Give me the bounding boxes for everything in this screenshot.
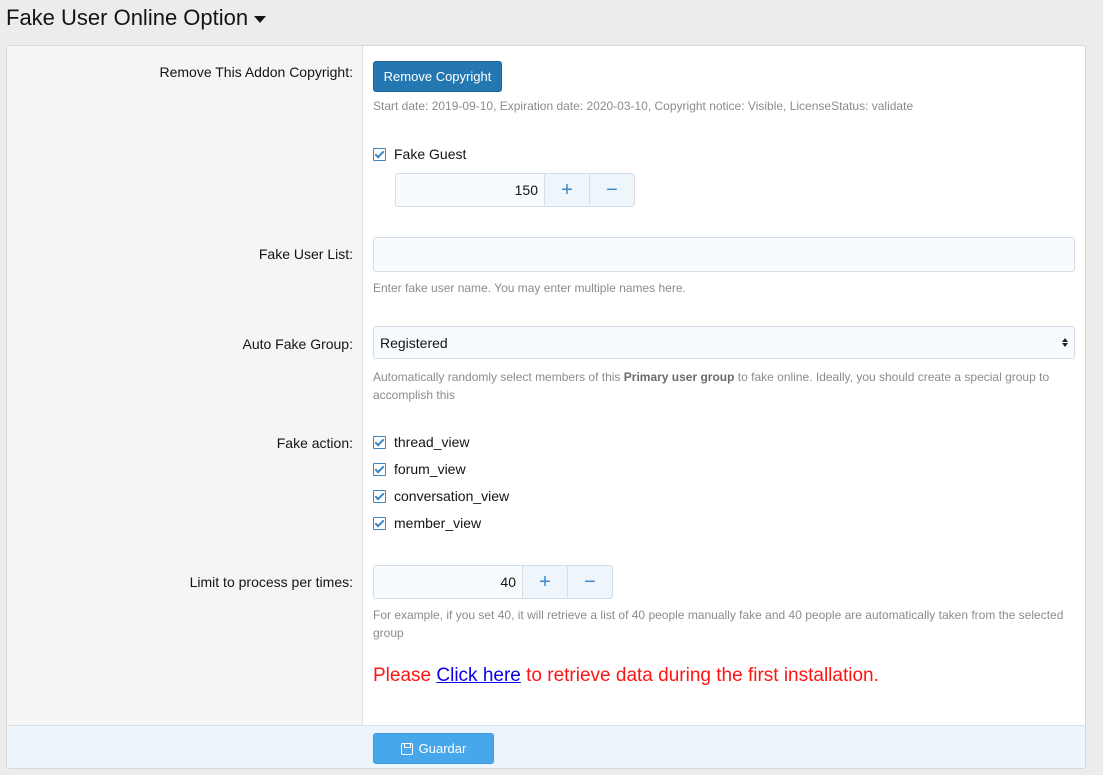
fake-guest-checkbox[interactable]: [373, 147, 386, 161]
auto-fake-group-select[interactable]: Registered: [373, 326, 1075, 359]
fake-guest-checkbox-row[interactable]: Fake Guest: [373, 146, 466, 162]
labels-column: [7, 46, 363, 725]
fake-user-list-input[interactable]: [373, 237, 1075, 272]
fake-guest-label: Fake Guest: [394, 146, 467, 162]
limit-increment-button[interactable]: +: [522, 566, 567, 598]
copyright-info: Start date: 2019-09-10, Expiration date:…: [373, 99, 914, 113]
copyright-label: Remove This Addon Copyright:: [159, 64, 353, 80]
limit-stepper[interactable]: 40 + −: [373, 565, 613, 599]
first-install-notice: Please Click here to retrieve data durin…: [373, 665, 879, 687]
fake-action-option-label: conversation_view: [394, 488, 510, 504]
save-button-label: Guardar: [418, 741, 467, 756]
remove-copyright-button[interactable]: Remove Copyright: [373, 61, 502, 92]
save-button[interactable]: Guardar: [373, 733, 494, 764]
fake-action-option-label: member_view: [394, 515, 482, 531]
limit-label: Limit to process per times:: [189, 574, 353, 590]
page-title[interactable]: Fake User Online Option: [6, 5, 267, 31]
auto-fake-group-hint: Automatically randomly select members of…: [373, 368, 1063, 404]
save-icon: [400, 742, 413, 755]
auto-fake-group-hint-bold: Primary user group: [623, 370, 735, 384]
page-title-text: Fake User Online Option: [6, 5, 249, 30]
auto-fake-group-hint-start: Automatically randomly select members of…: [373, 370, 624, 384]
fake-user-list-label: Fake User List:: [258, 246, 353, 262]
limit-decrement-button[interactable]: −: [567, 566, 612, 598]
select-arrows-icon: [1062, 338, 1068, 347]
fake-user-list-hint: Enter fake user name. You may enter mult…: [373, 281, 686, 295]
click-here-link[interactable]: Click here: [436, 665, 520, 686]
limit-input[interactable]: 40: [374, 566, 522, 598]
fake-action-option[interactable]: member_view: [373, 515, 481, 531]
auto-fake-group-label: Auto Fake Group:: [242, 336, 353, 352]
fake-guest-increment-button[interactable]: +: [544, 174, 589, 206]
member-view-checkbox[interactable]: [373, 516, 386, 530]
forum-view-checkbox[interactable]: [373, 462, 386, 476]
notice-text-start: Please: [373, 665, 437, 686]
fake-guest-input[interactable]: 150: [396, 174, 544, 206]
notice-text-end: to retrieve data during the first instal…: [520, 665, 879, 686]
fake-action-option[interactable]: conversation_view: [373, 488, 509, 504]
fake-guest-decrement-button[interactable]: −: [589, 174, 634, 206]
fake-action-option[interactable]: forum_view: [373, 461, 466, 477]
fake-guest-stepper[interactable]: 150 + −: [395, 173, 635, 207]
caret-down-icon[interactable]: [254, 15, 267, 23]
auto-fake-group-selected: Registered: [380, 334, 448, 351]
conversation-view-checkbox[interactable]: [373, 489, 386, 503]
fake-action-option[interactable]: thread_view: [373, 434, 470, 450]
options-panel: Remove This Addon Copyright: Remove Copy…: [6, 45, 1086, 769]
fake-action-option-label: forum_view: [394, 461, 466, 477]
form-footer: Guardar: [7, 725, 1085, 768]
fake-action-label: Fake action:: [276, 435, 353, 451]
thread-view-checkbox[interactable]: [373, 435, 386, 449]
fake-action-option-label: thread_view: [394, 434, 470, 450]
limit-hint: For example, if you set 40, it will retr…: [373, 608, 1064, 640]
